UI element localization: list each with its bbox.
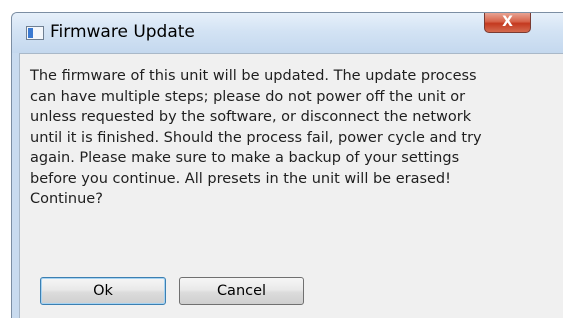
dialog-body: The firmware of this unit will be update… xyxy=(19,53,563,318)
message-line: again. Please make sure to make a backup… xyxy=(30,150,460,166)
message-line: before you continue. All presets in the … xyxy=(30,170,451,187)
message-line: unless requested by the software, or dis… xyxy=(30,109,472,125)
message-line: until it is finished. Should the process… xyxy=(30,129,482,146)
message-line: can have multiple steps; please do not p… xyxy=(30,88,466,105)
close-icon: X xyxy=(502,14,513,30)
dialog-title: Firmware Update xyxy=(50,22,195,42)
firmware-update-dialog: Firmware Update X The firmware of this u… xyxy=(11,12,563,318)
window-icon xyxy=(26,26,44,40)
message-text: The firmware of this unit will be update… xyxy=(30,66,550,210)
close-button[interactable]: X xyxy=(484,13,531,33)
message-line: Continue? xyxy=(30,191,103,207)
ok-button[interactable]: Ok xyxy=(40,277,166,305)
message-line: The firmware of this unit will be update… xyxy=(30,68,477,84)
cancel-button[interactable]: Cancel xyxy=(179,277,304,305)
title-bar[interactable]: Firmware Update X xyxy=(12,13,563,53)
